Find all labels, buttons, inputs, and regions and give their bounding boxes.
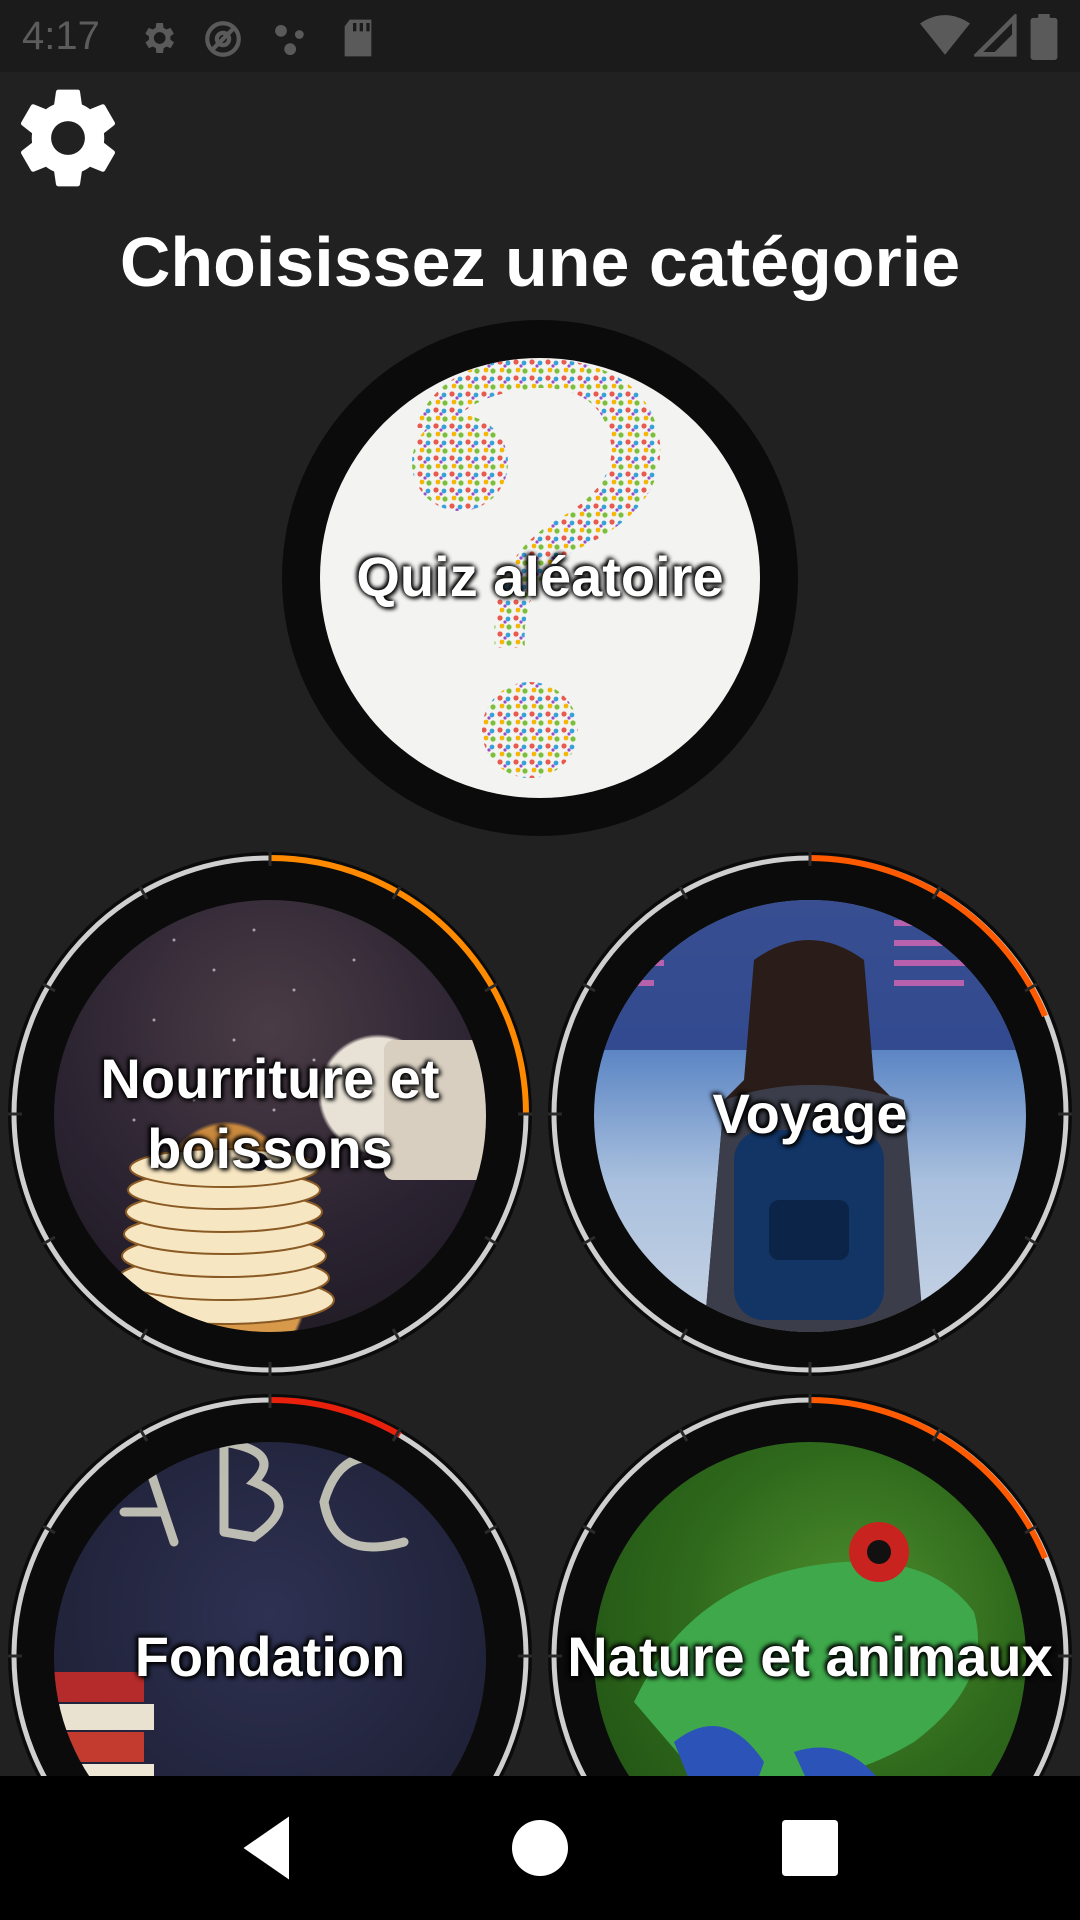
- sd-card-icon: [344, 19, 372, 57]
- category-label-line1: Nourriture et: [100, 1047, 440, 1110]
- recents-icon: [782, 1820, 838, 1876]
- nav-home-button[interactable]: [498, 1806, 582, 1890]
- battery-icon: [1030, 14, 1058, 60]
- nav-back-button[interactable]: [226, 1806, 310, 1890]
- at-sign-icon: [205, 21, 241, 57]
- category-label: Fondation: [134, 1625, 406, 1688]
- settings-button[interactable]: [10, 80, 126, 196]
- category-label: Nature et animaux: [567, 1625, 1053, 1688]
- category-label: Quiz aléatoire: [356, 545, 724, 608]
- category-random-quiz[interactable]: Quiz aléatoire: [280, 318, 800, 838]
- category-label-line2: boissons: [147, 1117, 393, 1180]
- category-label: Nourriture et boissons: [4, 1044, 536, 1184]
- page-title: Choisissez une catégorie: [119, 223, 961, 301]
- gear-icon: [20, 89, 116, 187]
- status-bar: 4:17: [0, 0, 1080, 72]
- category-travel[interactable]: Voyage: [544, 848, 1076, 1380]
- back-icon: [243, 1816, 289, 1880]
- signal-icon: [974, 14, 1017, 57]
- category-food-drinks[interactable]: Nourriture et boissons: [4, 848, 536, 1380]
- dots-icon: [275, 24, 304, 56]
- home-icon: [512, 1820, 568, 1876]
- nav-recents-button[interactable]: [768, 1806, 852, 1890]
- category-label: Voyage: [712, 1082, 908, 1145]
- wifi-icon: [920, 15, 970, 55]
- navigation-bar: [0, 1776, 1080, 1920]
- screen: 4:17 Choisissez une catégorie Quiz aléat…: [0, 0, 1080, 1920]
- settings-icon: [145, 23, 174, 53]
- status-time: 4:17: [22, 14, 100, 58]
